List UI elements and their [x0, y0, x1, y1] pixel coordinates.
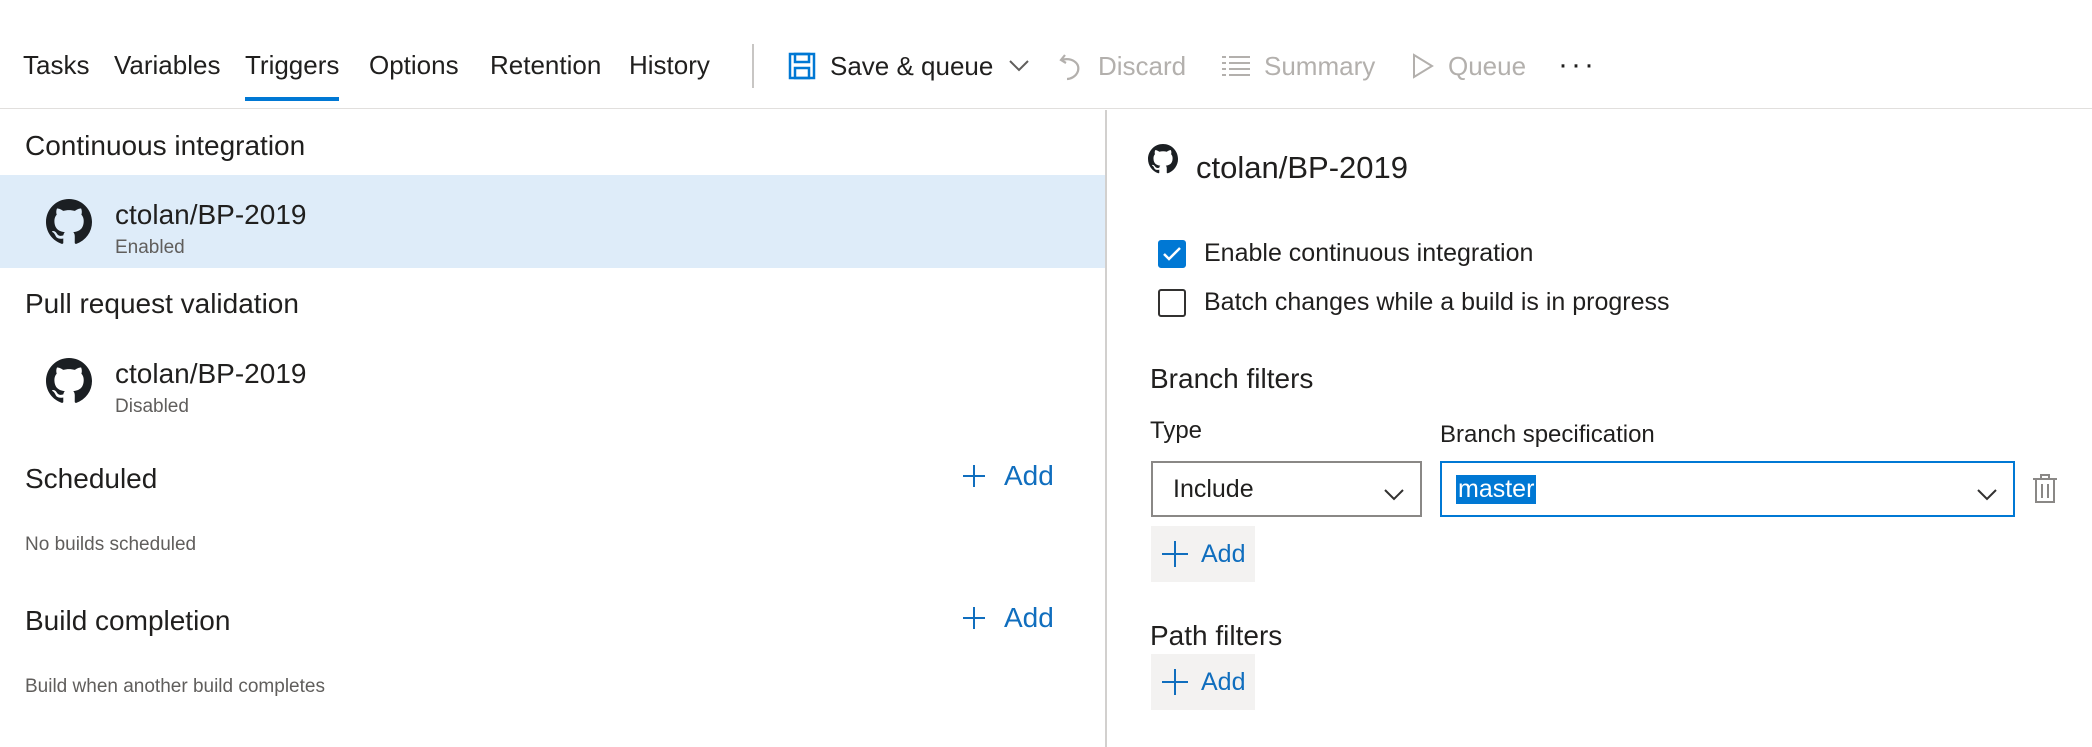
add-build-completion-label: Add [1004, 602, 1054, 633]
type-label: Type [1150, 417, 1203, 444]
tab-triggers[interactable]: Triggers [245, 50, 340, 101]
save-queue-label: Save & queue [830, 50, 994, 81]
queue-button[interactable]: Queue [1412, 48, 1526, 84]
toolbar-separator [752, 44, 754, 88]
more-options-icon[interactable]: ··· [1558, 48, 1597, 82]
ci-section-title: Continuous integration [25, 130, 306, 161]
triggers-list-pane: Continuous integration ctolan/BP-2019 En… [0, 110, 1105, 747]
chevron-down-icon [1977, 479, 1997, 508]
build-completion-section-title: Build completion [25, 605, 231, 636]
branch-spec-label: Branch specification [1440, 421, 1655, 448]
path-filters-heading: Path filters [1150, 620, 1283, 651]
pane-divider[interactable] [1105, 110, 1107, 747]
scheduled-section-title: Scheduled [25, 463, 158, 494]
pr-section-title: Pull request validation [25, 288, 299, 319]
branch-spec-input[interactable]: master [1440, 461, 2015, 517]
add-path-filter-button[interactable]: Add [1151, 654, 1255, 710]
save-queue-button[interactable]: Save & queue [788, 48, 1030, 84]
tab-tasks[interactable]: Tasks [23, 50, 89, 81]
plus-icon [1161, 668, 1189, 696]
add-schedule-button[interactable]: Add [962, 460, 1054, 492]
build-completion-empty-text: Build when another build completes [25, 676, 325, 697]
batch-changes-checkbox[interactable] [1158, 288, 1186, 317]
scheduled-empty-text: No builds scheduled [25, 534, 197, 555]
checkmark-icon [1163, 246, 1181, 261]
pr-repo-name: ctolan/BP-2019 [115, 358, 307, 389]
filter-type-dropdown[interactable]: Include [1151, 461, 1422, 517]
ci-repo-row[interactable]: ctolan/BP-2019 Enabled [0, 175, 1105, 268]
enable-ci-checkbox[interactable] [1158, 239, 1186, 268]
trash-icon[interactable] [2032, 474, 2058, 509]
tab-options[interactable]: Options [369, 50, 459, 81]
add-branch-filter-label: Add [1201, 539, 1246, 568]
add-build-completion-button[interactable]: Add [962, 602, 1054, 634]
ci-repo-name: ctolan/BP-2019 [115, 199, 307, 230]
summary-label: Summary [1264, 50, 1376, 81]
branch-spec-value: master [1456, 474, 1537, 504]
github-icon [1148, 144, 1178, 174]
pr-repo-status: Disabled [115, 396, 189, 417]
queue-label: Queue [1448, 50, 1527, 81]
enable-ci-label: Enable continuous integration [1204, 239, 1534, 267]
toolbar: Tasks Variables Triggers Options Retenti… [0, 0, 2092, 109]
save-icon [788, 52, 816, 80]
add-path-filter-label: Add [1201, 667, 1246, 696]
tab-retention[interactable]: Retention [490, 50, 601, 81]
list-icon [1222, 55, 1250, 77]
discard-button[interactable]: Discard [1058, 48, 1186, 84]
ci-repo-status: Enabled [115, 237, 185, 258]
discard-label: Discard [1098, 50, 1187, 81]
plus-icon [962, 606, 986, 630]
github-icon [46, 358, 92, 409]
branch-filters-heading: Branch filters [1150, 363, 1314, 394]
plus-icon [1161, 540, 1189, 568]
batch-changes-label: Batch changes while a build is in progre… [1204, 288, 1670, 316]
enable-ci-checkbox-row[interactable]: Enable continuous integration [1158, 239, 1533, 268]
play-icon [1412, 53, 1434, 79]
repo-title: ctolan/BP-2019 [1196, 150, 1408, 185]
pr-repo-row[interactable]: ctolan/BP-2019 Disabled [0, 334, 1105, 427]
github-icon [46, 199, 92, 250]
add-branch-filter-button[interactable]: Add [1151, 526, 1255, 582]
batch-changes-checkbox-row[interactable]: Batch changes while a build is in progre… [1158, 288, 1670, 317]
tab-variables[interactable]: Variables [114, 50, 220, 81]
chevron-down-icon[interactable] [1009, 60, 1030, 72]
add-schedule-label: Add [1004, 460, 1054, 491]
tab-history[interactable]: History [629, 50, 710, 81]
chevron-down-icon [1384, 479, 1404, 508]
filter-type-value: Include [1173, 474, 1254, 503]
summary-button[interactable]: Summary [1222, 48, 1375, 84]
plus-icon [962, 464, 986, 488]
undo-icon [1058, 51, 1084, 81]
